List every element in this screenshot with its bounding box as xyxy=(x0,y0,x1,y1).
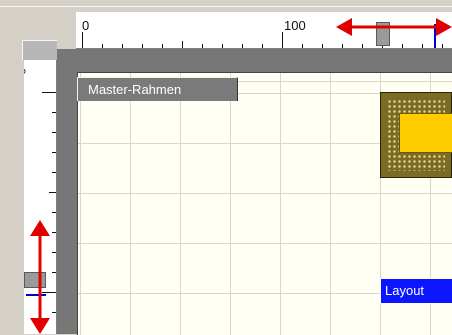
ruler-tick xyxy=(262,44,263,48)
ruler-tick xyxy=(302,44,303,48)
ruler-tick xyxy=(362,44,363,48)
ruler-tick xyxy=(42,292,56,293)
ruler-tick xyxy=(222,44,223,48)
master-frame-tab[interactable]: Master-Rahmen xyxy=(77,77,238,101)
ruler-tick xyxy=(49,192,56,193)
vertical-position-marker xyxy=(26,294,46,296)
horizontal-ruler[interactable]: 0 100 xyxy=(76,12,452,49)
ruler-tick xyxy=(282,32,283,48)
vertical-ruler-label-0: 0 xyxy=(24,68,28,75)
ruler-tick xyxy=(422,44,423,48)
ruler-tick xyxy=(52,272,56,273)
ruler-label-0: 0 xyxy=(82,18,90,33)
horizontal-position-marker xyxy=(434,24,436,48)
ruler-tick xyxy=(52,172,56,173)
ruler-tick xyxy=(52,132,56,133)
ruler-tick xyxy=(402,44,403,48)
ruler-tick xyxy=(52,232,56,233)
ruler-tick xyxy=(82,32,83,48)
ruler-tick xyxy=(202,44,203,48)
ruler-tick xyxy=(52,212,56,213)
ruler-tick xyxy=(162,44,163,48)
ruler-tick xyxy=(142,44,143,48)
chip-object[interactable] xyxy=(380,92,452,178)
layout-badge[interactable]: Layout xyxy=(380,278,452,304)
ruler-label-100: 100 xyxy=(284,18,306,33)
vertical-ruler[interactable]: 0 xyxy=(24,60,57,334)
toolbar-strip xyxy=(0,0,452,12)
ruler-tick xyxy=(52,252,56,253)
vertical-ruler-handle[interactable] xyxy=(24,272,46,288)
chip-fill xyxy=(399,113,452,153)
ruler-tick xyxy=(42,92,56,93)
ruler-tick xyxy=(242,44,243,48)
ruler-tick xyxy=(442,44,443,48)
horizontal-ruler-handle[interactable] xyxy=(376,22,390,46)
ruler-tick xyxy=(182,41,183,48)
ruler-tick xyxy=(322,44,323,48)
ruler-tick xyxy=(122,44,123,48)
ruler-tick xyxy=(102,44,103,48)
ruler-tick xyxy=(52,312,56,313)
ruler-tick xyxy=(342,44,343,48)
ruler-tick xyxy=(52,152,56,153)
ruler-tick xyxy=(52,112,56,113)
